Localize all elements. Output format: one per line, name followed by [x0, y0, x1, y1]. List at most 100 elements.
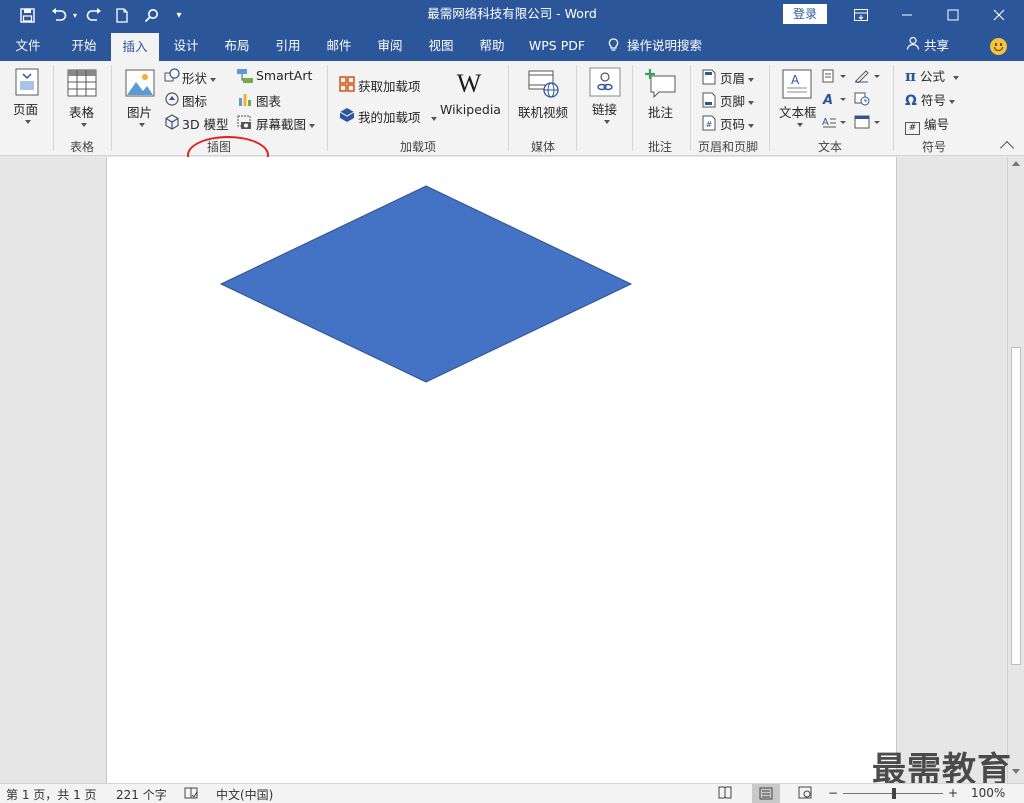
wordart-icon[interactable]: A	[822, 92, 848, 109]
picture-dropdown-icon[interactable]	[136, 116, 145, 131]
equation-button[interactable]: π 公式	[905, 66, 959, 85]
textbox-dropdown-icon[interactable]	[794, 116, 803, 131]
customize-toolbar-icon[interactable]: ▾	[172, 0, 186, 30]
tab-references[interactable]: 引用	[264, 30, 312, 61]
share-button[interactable]: 共享	[906, 30, 949, 61]
search-icon[interactable]	[140, 0, 162, 30]
icons-button[interactable]: 图标	[182, 91, 207, 110]
undo-icon[interactable]	[48, 0, 70, 30]
model-3d-label: 3D 模型	[182, 117, 229, 132]
ribbon-separator	[632, 65, 633, 151]
page-count[interactable]: 第 1 页，共 1 页	[6, 786, 97, 803]
link-dropdown-icon[interactable]	[601, 113, 610, 128]
group-label-media: 媒体	[530, 140, 555, 154]
wikipedia-icon: W	[453, 69, 485, 99]
ribbon-separator	[53, 65, 54, 151]
minimize-icon[interactable]	[884, 0, 930, 30]
new-document-icon[interactable]	[112, 0, 132, 30]
zoom-slider-thumb[interactable]	[892, 788, 896, 799]
store-icon	[339, 76, 355, 95]
quick-parts-icon[interactable]	[822, 69, 848, 86]
ribbon-display-options-icon[interactable]	[838, 0, 884, 30]
save-icon[interactable]	[16, 0, 38, 30]
ribbon-tab-bar: 文件 开始 插入 设计 布局 引用 邮件 审阅 视图 帮助 WPS PDF 操作…	[0, 30, 1024, 61]
collapse-ribbon-icon[interactable]	[999, 140, 1015, 156]
smartart-icon	[236, 68, 254, 87]
date-time-icon[interactable]	[854, 92, 870, 109]
login-button[interactable]: 登录	[783, 4, 827, 24]
screenshot-button[interactable]: 屏幕截图	[256, 114, 316, 133]
scroll-thumb[interactable]	[1011, 347, 1021, 665]
person-icon	[906, 30, 920, 61]
read-mode-icon[interactable]	[718, 786, 732, 802]
tab-file[interactable]: 文件	[4, 30, 52, 61]
tab-insert[interactable]: 插入	[111, 33, 159, 61]
tab-review[interactable]: 审阅	[366, 30, 414, 61]
vertical-scrollbar[interactable]	[1007, 157, 1024, 783]
maximize-icon[interactable]	[930, 0, 976, 30]
proofing-icon[interactable]	[184, 786, 198, 803]
language-status[interactable]: 中文(中国)	[216, 786, 273, 803]
word-count[interactable]: 221 个字	[116, 786, 167, 803]
screenshot-icon	[237, 114, 253, 133]
group-label-text: 文本	[817, 140, 842, 154]
object-icon[interactable]	[854, 115, 882, 132]
document-page[interactable]	[106, 157, 897, 783]
drop-cap-icon[interactable]: A	[822, 115, 848, 132]
tab-wps-pdf[interactable]: WPS PDF	[521, 30, 593, 61]
close-icon[interactable]	[976, 0, 1022, 30]
new-comment-button[interactable]: 批注	[648, 102, 673, 121]
print-layout-icon[interactable]	[752, 784, 780, 803]
pages-dropdown-icon[interactable]	[22, 113, 31, 128]
numbering-button[interactable]: # 编号	[905, 114, 949, 135]
scroll-down-icon[interactable]	[1012, 769, 1020, 774]
zoom-out-icon[interactable]: −	[828, 786, 838, 800]
zoom-in-icon[interactable]: +	[948, 786, 958, 800]
ribbon-separator	[893, 65, 894, 151]
share-label: 共享	[924, 38, 950, 53]
get-addins-button[interactable]: 获取加载项	[358, 76, 421, 95]
diamond-shape[interactable]	[107, 157, 898, 783]
picture-icon	[125, 69, 155, 100]
symbol-button[interactable]: Ω 符号	[905, 90, 955, 109]
tab-home[interactable]: 开始	[58, 30, 110, 61]
undo-dropdown-icon[interactable]: ▾	[70, 0, 80, 30]
tab-layout[interactable]: 布局	[213, 30, 261, 61]
textbox-icon: A	[782, 69, 812, 102]
smartart-button[interactable]: SmartArt	[256, 68, 312, 83]
group-label-comments: 批注	[647, 140, 672, 154]
page-icon	[12, 67, 42, 100]
zoom-level[interactable]: 100%	[971, 786, 1005, 800]
screenshot-label: 屏幕截图	[256, 117, 307, 132]
model-3d-button[interactable]: 3D 模型	[182, 114, 229, 133]
group-label-addins: 加载项	[399, 140, 436, 154]
tab-help[interactable]: 帮助	[468, 30, 516, 61]
feedback-smiley-icon[interactable]	[990, 38, 1007, 55]
online-video-button[interactable]: 联机视频	[518, 102, 568, 121]
ribbon-separator	[111, 65, 112, 151]
redo-icon[interactable]	[83, 0, 105, 30]
page-number-button[interactable]: 页码	[720, 114, 755, 133]
shapes-button[interactable]: 形状	[182, 68, 217, 87]
table-dropdown-icon[interactable]	[78, 116, 87, 131]
icons-icon	[164, 91, 180, 110]
scroll-up-icon[interactable]	[1012, 161, 1020, 166]
signature-line-icon[interactable]	[854, 69, 882, 86]
shapes-label: 形状	[182, 71, 208, 86]
my-addins-button[interactable]: 我的加载项	[358, 107, 437, 126]
footer-label: 页脚	[720, 94, 746, 109]
tell-me-label: 操作说明搜索	[627, 38, 703, 53]
equation-label: 公式	[919, 69, 945, 84]
tab-mailings[interactable]: 邮件	[315, 30, 363, 61]
symbol-label: 符号	[920, 93, 946, 108]
header-button[interactable]: 页眉	[720, 68, 755, 87]
footer-button[interactable]: 页脚	[720, 91, 755, 110]
chart-button[interactable]: 图表	[256, 91, 281, 110]
tell-me-search[interactable]: 操作说明搜索	[608, 30, 718, 61]
header-label: 页眉	[720, 71, 746, 86]
ribbon-insert: 页面 表格 表格 图片 形状 图标 3D 模型 SmartArt 图表 屏幕截图…	[0, 61, 1024, 156]
tab-view[interactable]: 视图	[417, 30, 465, 61]
tab-design[interactable]: 设计	[162, 30, 210, 61]
web-layout-icon[interactable]	[798, 786, 812, 802]
wikipedia-button[interactable]: Wikipedia	[440, 102, 501, 117]
